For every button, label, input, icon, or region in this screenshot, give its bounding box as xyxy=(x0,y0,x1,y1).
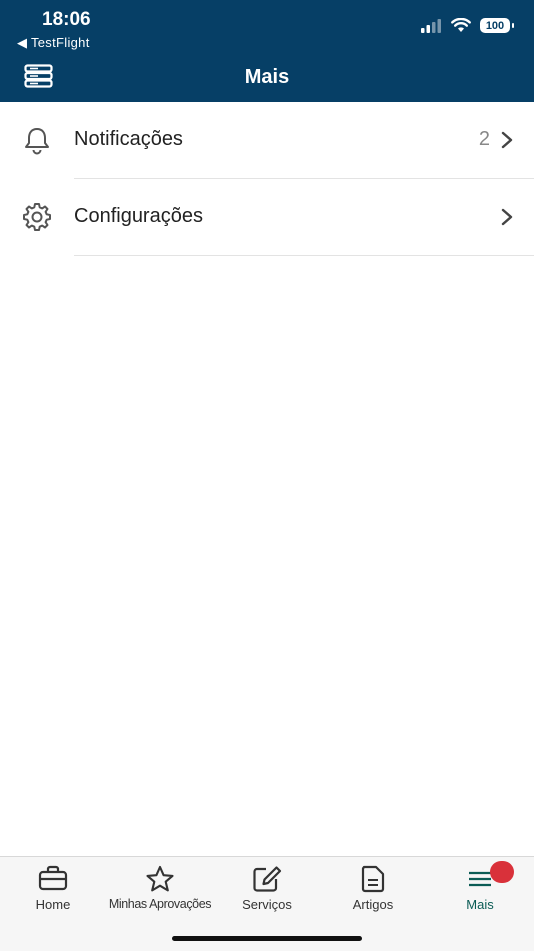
tab-label: Minhas Aprovações xyxy=(108,897,212,911)
tab-servicos[interactable]: Serviços xyxy=(214,857,320,917)
page-title: Mais xyxy=(244,66,290,88)
document-icon xyxy=(360,865,386,898)
chevron-right-icon xyxy=(500,130,514,155)
edit-icon xyxy=(252,865,282,898)
list-item-configuracoes[interactable]: Configurações xyxy=(0,179,534,255)
notification-badge xyxy=(490,861,514,883)
signal-icon xyxy=(421,18,441,33)
tab-minhas-aprovacoes[interactable]: Minhas Aprovações xyxy=(106,857,214,917)
status-time: 18:06 xyxy=(42,9,91,30)
tab-home[interactable]: Home xyxy=(0,857,106,917)
tab-artigos[interactable]: Artigos xyxy=(320,857,426,917)
home-indicator[interactable] xyxy=(172,936,362,941)
list-item-label: Notificações xyxy=(74,128,183,150)
bell-icon xyxy=(22,125,52,160)
notification-count: 2 xyxy=(478,128,490,150)
back-to-testflight[interactable]: ◀ TestFlight xyxy=(17,35,90,51)
chevron-right-icon xyxy=(500,207,514,232)
list-item-notificacoes[interactable]: Notificações 2 xyxy=(0,102,534,178)
tab-mais[interactable]: Mais xyxy=(426,857,534,917)
tab-label: Serviços xyxy=(242,897,292,912)
divider xyxy=(74,255,534,256)
list-item-label: Configurações xyxy=(74,205,203,227)
gear-icon xyxy=(22,202,52,237)
star-icon xyxy=(145,865,175,898)
tab-label: Home xyxy=(35,897,71,912)
tab-label: Artigos xyxy=(352,897,394,912)
app-header: 18:06 ◀ TestFlight 100 Mais xyxy=(0,0,534,102)
briefcase-icon xyxy=(38,865,68,896)
wifi-icon xyxy=(451,18,471,32)
battery-indicator: 100 xyxy=(480,18,514,33)
status-indicators: 100 xyxy=(420,18,514,33)
tab-label: Mais xyxy=(466,897,494,912)
